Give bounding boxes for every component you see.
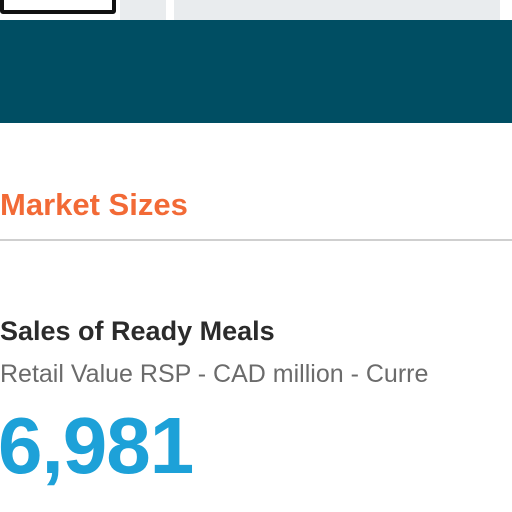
metric-title: Sales of Ready Meals: [0, 316, 275, 346]
metric-value: 6,981: [0, 401, 194, 490]
metric-subtitle: Retail Value RSP - CAD million - Curre: [0, 362, 429, 387]
section-divider: [0, 239, 512, 241]
top-tab[interactable]: [120, 0, 166, 20]
header-banner: [0, 20, 512, 123]
top-tab-wide[interactable]: [174, 0, 500, 20]
section-title: Market Sizes: [0, 187, 188, 222]
page: Market Sizes Sales of Ready Meals Retail…: [0, 0, 512, 512]
top-strip: [0, 0, 512, 20]
top-left-button[interactable]: [0, 0, 116, 14]
